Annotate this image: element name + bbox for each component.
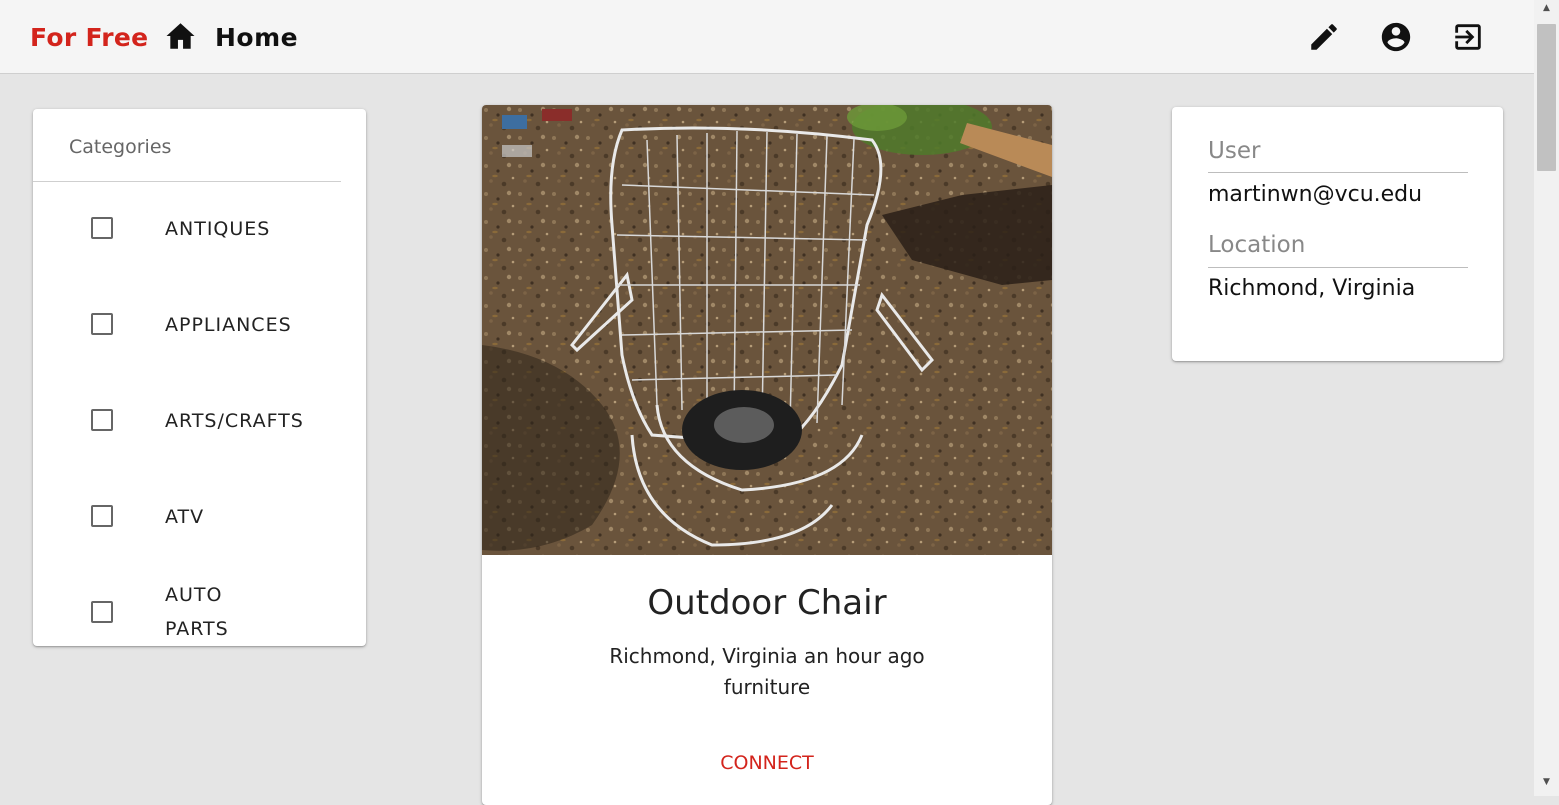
location-value: Richmond, Virginia	[1208, 276, 1416, 301]
category-label: ARTS/CRAFTS	[165, 410, 304, 432]
user-divider	[1208, 172, 1468, 173]
home-link[interactable]: Home	[215, 21, 298, 55]
location-divider	[1208, 267, 1468, 268]
edit-icon	[1311, 24, 1337, 50]
brand-logo[interactable]: For Free	[30, 21, 148, 55]
exit-icon	[1455, 24, 1481, 50]
post-location-time: Richmond, Virginia an hour ago	[609, 644, 925, 668]
scroll-down-arrow[interactable]: ▼	[1537, 774, 1556, 790]
account-circle-icon	[1381, 22, 1411, 52]
post-meta: Richmond, Virginia an hour ago furniture	[482, 641, 1052, 703]
home-icon[interactable]	[165, 22, 196, 50]
category-checkbox[interactable]	[91, 505, 113, 527]
user-label: User	[1208, 138, 1261, 164]
categories-panel: Categories ANTIQUES APPLIANCES ARTS/CRAF…	[33, 109, 366, 646]
logout-button[interactable]	[1451, 20, 1485, 54]
app-bar: For Free Home	[0, 0, 1534, 74]
scroll-up-arrow[interactable]: ▲	[1537, 0, 1556, 16]
categories-title: Categories	[69, 136, 172, 158]
location-label: Location	[1208, 232, 1306, 258]
scroll-thumb[interactable]	[1537, 24, 1556, 171]
post-photo[interactable]	[482, 105, 1052, 555]
category-checkbox[interactable]	[91, 217, 113, 239]
category-label: AUTO PARTS	[165, 584, 229, 640]
category-checkbox[interactable]	[91, 601, 113, 623]
category-item-antiques[interactable]: ANTIQUES	[33, 184, 366, 274]
category-checkbox[interactable]	[91, 409, 113, 431]
category-label: APPLIANCES	[165, 314, 292, 336]
user-info-panel: User martinwn@vcu.edu Location Richmond,…	[1172, 107, 1503, 361]
divider	[33, 181, 341, 182]
category-item-arts-crafts[interactable]: ARTS/CRAFTS	[33, 376, 366, 466]
category-item-appliances[interactable]: APPLIANCES	[33, 280, 366, 370]
category-item-auto-parts[interactable]: AUTO PARTS	[33, 568, 366, 646]
connect-button[interactable]: CONNECT	[697, 745, 837, 781]
user-email: martinwn@vcu.edu	[1208, 182, 1423, 207]
post-category: furniture	[723, 675, 811, 699]
post-title: Outdoor Chair	[647, 583, 887, 623]
edit-button[interactable]	[1307, 20, 1341, 54]
category-item-atv[interactable]: ATV	[33, 472, 366, 562]
account-button[interactable]	[1379, 20, 1413, 54]
category-checkbox[interactable]	[91, 313, 113, 335]
category-label: ANTIQUES	[165, 218, 271, 240]
post-card: Outdoor Chair Richmond, Virginia an hour…	[482, 105, 1052, 805]
category-label: ATV	[165, 506, 205, 528]
